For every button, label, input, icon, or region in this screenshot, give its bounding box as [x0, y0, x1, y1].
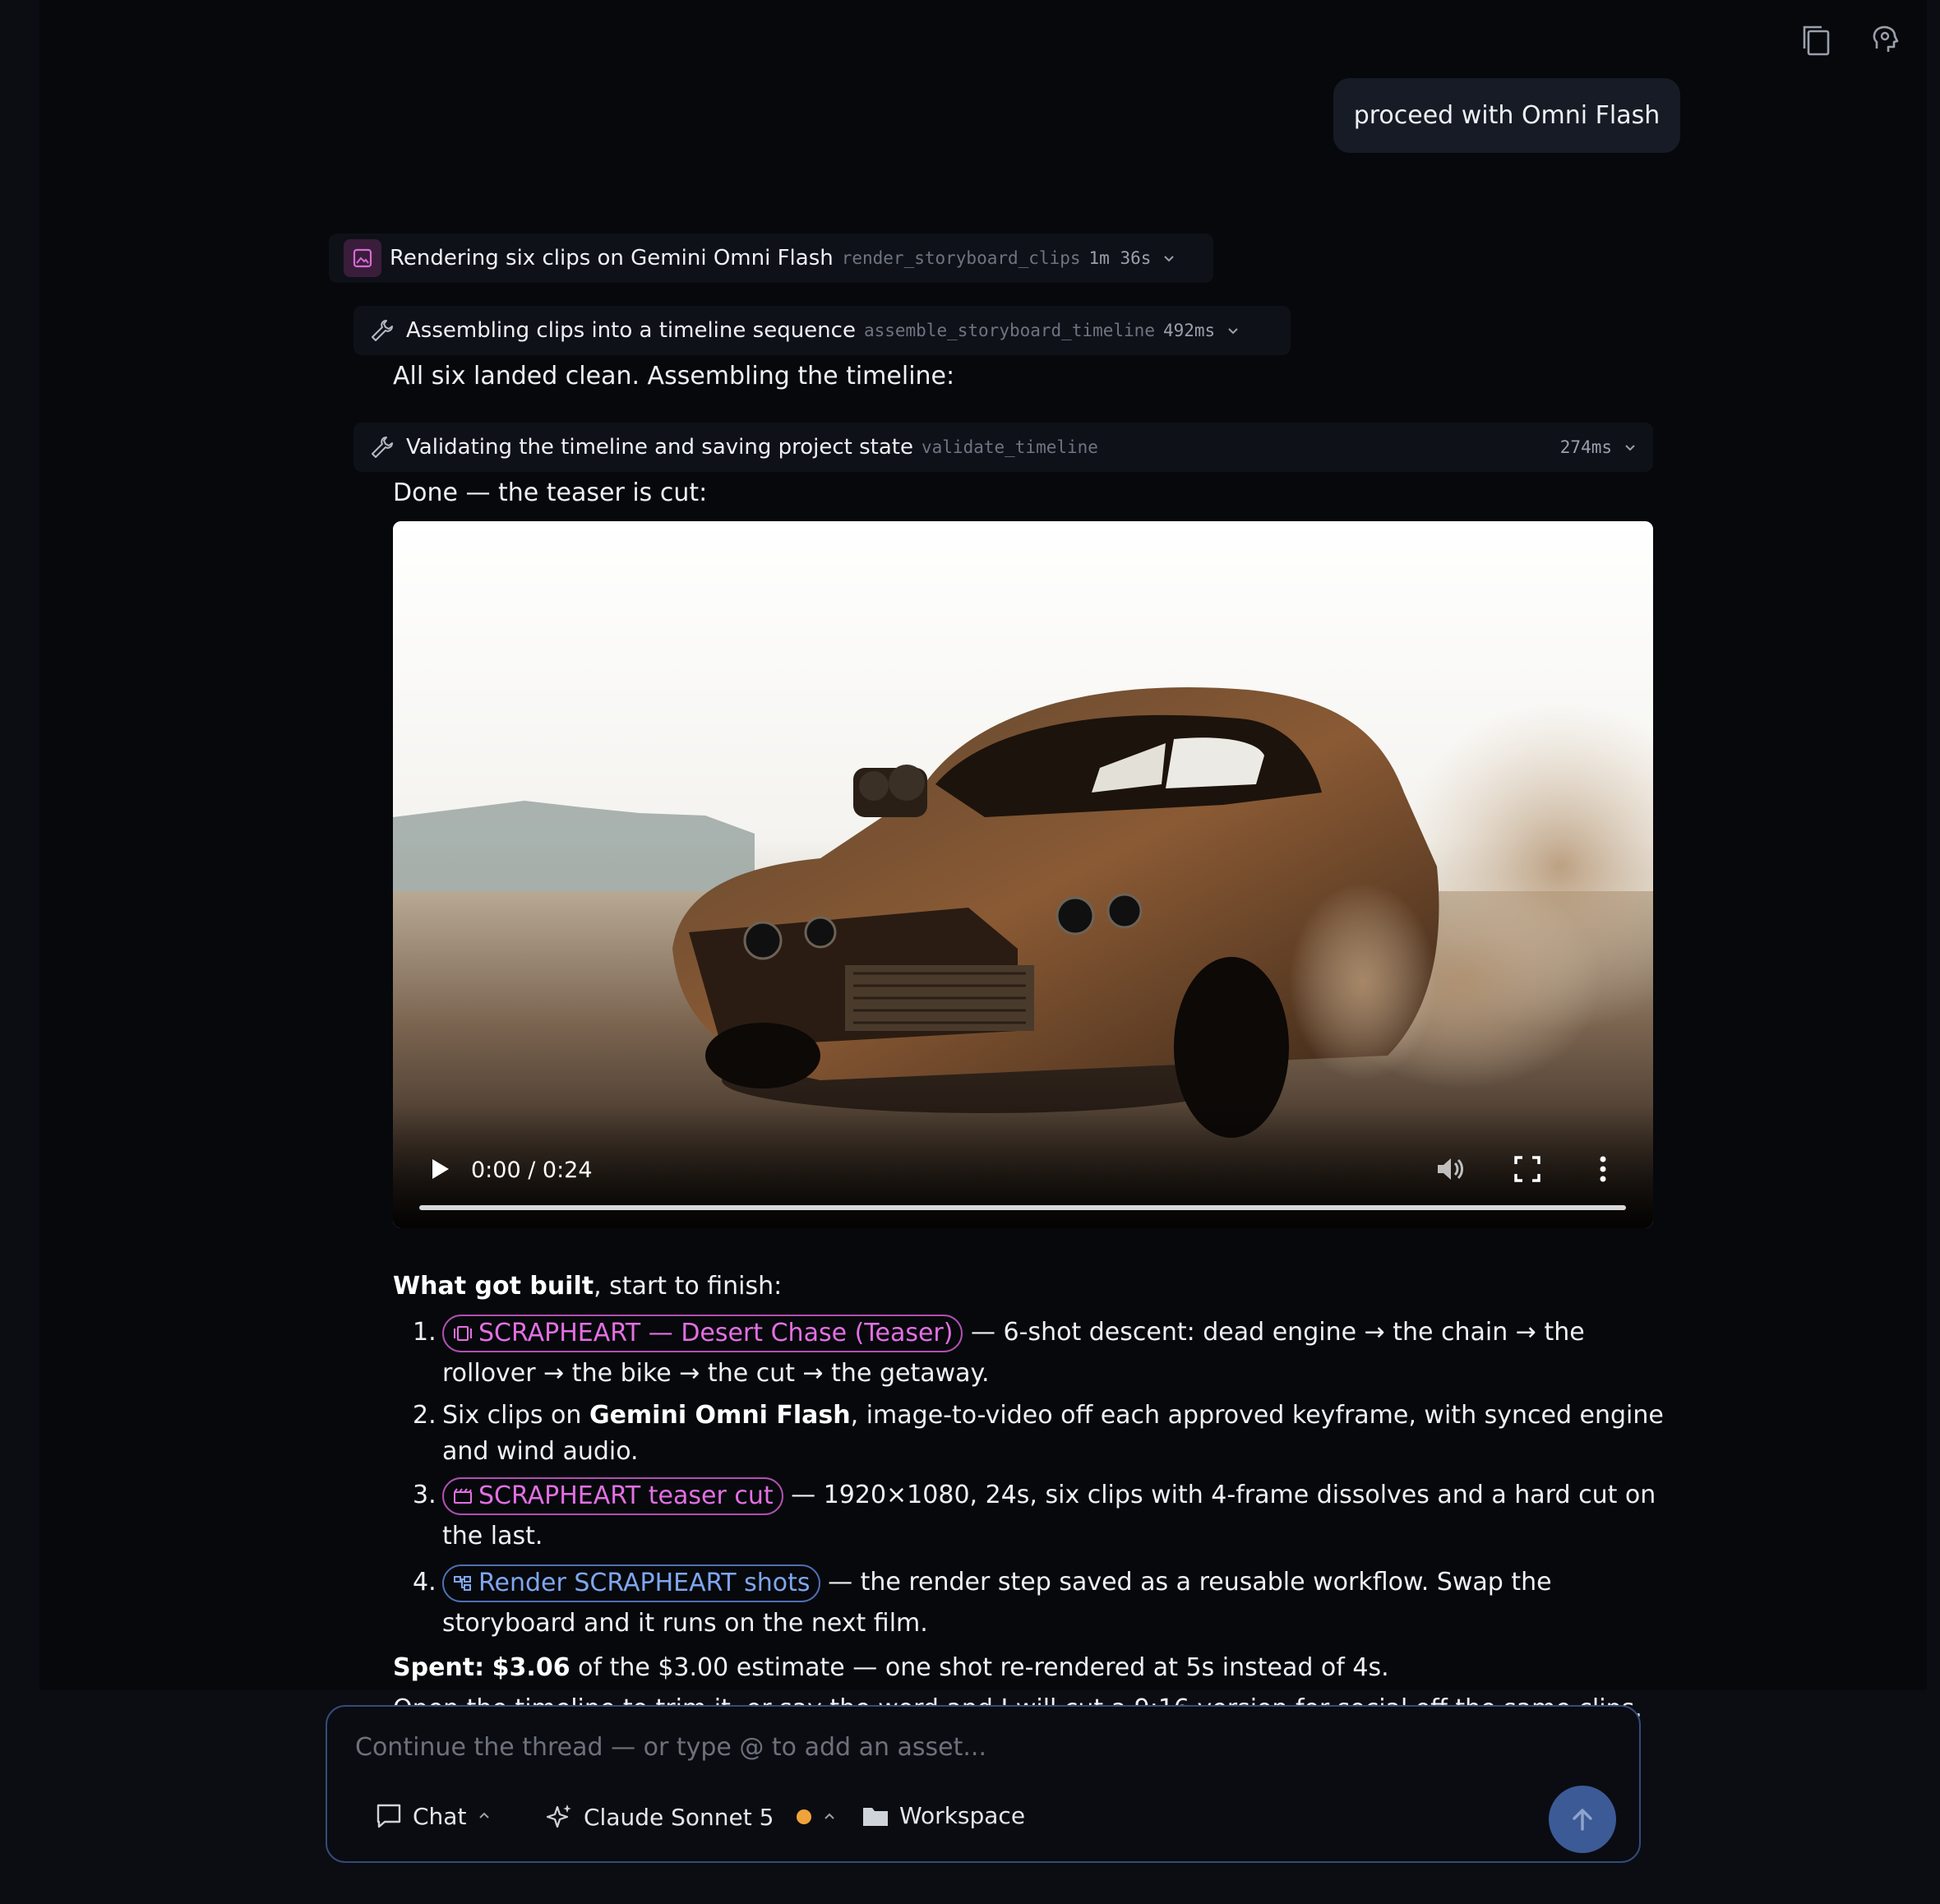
status-dot — [797, 1809, 812, 1824]
chevron-down-icon — [1161, 250, 1177, 266]
play-icon[interactable] — [424, 1153, 457, 1185]
summary-heading: What got built, start to finish: — [393, 1266, 1675, 1307]
send-button[interactable] — [1549, 1786, 1616, 1853]
build-summary: What got built, start to finish: 1. SCRA… — [393, 1266, 1675, 1730]
tool-call-duration: 274ms — [1559, 437, 1612, 457]
chevron-down-icon — [1622, 439, 1638, 455]
wrench-icon — [368, 317, 396, 344]
tool-call-title: Assembling clips into a timeline sequenc… — [406, 318, 856, 343]
sparkles-icon — [546, 1805, 571, 1828]
list-item: 4. Render SCRAPHEART shots — the render … — [393, 1562, 1675, 1644]
assistant-text-done: Done — the teaser is cut: — [393, 478, 708, 507]
fullscreen-icon[interactable] — [1509, 1151, 1545, 1187]
timeline-link-pill[interactable]: SCRAPHEART teaser cut — [442, 1477, 783, 1515]
list-number: 2. — [413, 1401, 436, 1430]
tool-call-assemble-timeline[interactable]: Assembling clips into a timeline sequenc… — [353, 306, 1291, 355]
video-controls-bar: 0:00 / 0:24 — [393, 1105, 1653, 1228]
chevron-down-icon — [1225, 322, 1241, 339]
tool-call-duration: 492ms — [1162, 321, 1216, 340]
workspace-selector[interactable]: Workspace — [861, 1802, 1025, 1829]
pill-label: SCRAPHEART teaser cut — [478, 1481, 774, 1510]
user-message-text: proceed with Omni Flash — [1353, 101, 1661, 130]
chevron-up-icon — [824, 1813, 835, 1819]
list-item: 3. SCRAPHEART teaser cut — 1920×1080, 24… — [393, 1475, 1675, 1557]
message-input[interactable] — [353, 1721, 1590, 1772]
copy-icon[interactable] — [1799, 20, 1833, 61]
storyboard-link-pill[interactable]: SCRAPHEART — Desert Chase (Teaser) — [442, 1314, 963, 1352]
user-message-bubble: proceed with Omni Flash — [1333, 78, 1680, 153]
chevron-up-icon — [479, 1812, 490, 1819]
spent-value: $3.06 — [492, 1653, 570, 1682]
video-player[interactable]: 0:00 / 0:24 — [393, 521, 1653, 1228]
storyboard-icon — [454, 1325, 472, 1341]
video-progress-bar[interactable] — [419, 1205, 1626, 1210]
model-label: Claude Sonnet 5 — [584, 1803, 774, 1831]
workflow-icon — [454, 1575, 471, 1591]
spent-label: Spent: — [393, 1653, 485, 1682]
wrench-icon — [368, 433, 396, 461]
image-icon — [344, 239, 381, 277]
tool-call-title: Rendering six clips on Gemini Omni Flash — [390, 246, 834, 270]
clapperboard-icon — [454, 1487, 472, 1504]
list-number: 4. — [413, 1568, 436, 1597]
summary-heading-bold: What got built — [393, 1272, 594, 1301]
pill-label: Render SCRAPHEART shots — [478, 1568, 811, 1597]
tool-call-validate-timeline[interactable]: Validating the timeline and saving proje… — [353, 423, 1653, 472]
workflow-link-pill[interactable]: Render SCRAPHEART shots — [442, 1564, 820, 1602]
tool-call-title: Validating the timeline and saving proje… — [406, 435, 913, 460]
arrow-up-icon — [1573, 1809, 1592, 1831]
tool-call-code: render_storyboard_clips — [841, 248, 1081, 268]
tool-call-duration: 1m 36s — [1088, 248, 1152, 268]
message-composer: Chat Claude Sonnet 5 Workspace — [326, 1705, 1641, 1863]
tool-call-code: assemble_storyboard_timeline — [863, 321, 1155, 340]
video-time-readout: 0:00 / 0:24 — [471, 1158, 593, 1183]
pill-label: SCRAPHEART — Desert Chase (Teaser) — [478, 1318, 954, 1347]
folder-icon — [863, 1807, 888, 1826]
tool-call-code: validate_timeline — [922, 437, 1098, 457]
chat-thread: proceed with Omni Flash Rendering six cl… — [39, 0, 1927, 1723]
list-item: 2. Six clips on Gemini Omni Flash, image… — [393, 1398, 1675, 1470]
list-item: 1. SCRAPHEART — Desert Chase (Teaser) — … — [393, 1312, 1675, 1394]
summary-heading-rest: , start to finish: — [594, 1272, 783, 1301]
list-number: 3. — [413, 1481, 436, 1509]
tool-call-render-clips[interactable]: Rendering six clips on Gemini Omni Flash… — [329, 233, 1213, 283]
spent-rest: of the $3.00 estimate — one shot re-rend… — [570, 1653, 1389, 1682]
top-toolbar — [1799, 20, 1902, 61]
more-options-icon[interactable] — [1585, 1151, 1621, 1187]
chat-bubble-icon — [376, 1804, 401, 1828]
assistant-text-landed: All six landed clean. Assembling the tim… — [393, 362, 955, 391]
list-item-text: Six clips on — [442, 1401, 589, 1430]
mode-selector[interactable]: Chat — [375, 1802, 492, 1830]
workspace-label: Workspace — [899, 1802, 1026, 1829]
model-name-bold: Gemini Omni Flash — [589, 1401, 851, 1430]
list-number: 1. — [413, 1318, 436, 1347]
model-selector[interactable]: Claude Sonnet 5 — [544, 1802, 838, 1832]
brain-settings-icon[interactable] — [1868, 20, 1902, 61]
spent-line: Spent: $3.06 of the $3.00 estimate — one… — [393, 1648, 1675, 1689]
volume-icon[interactable] — [1433, 1151, 1469, 1187]
mode-label: Chat — [413, 1802, 467, 1830]
